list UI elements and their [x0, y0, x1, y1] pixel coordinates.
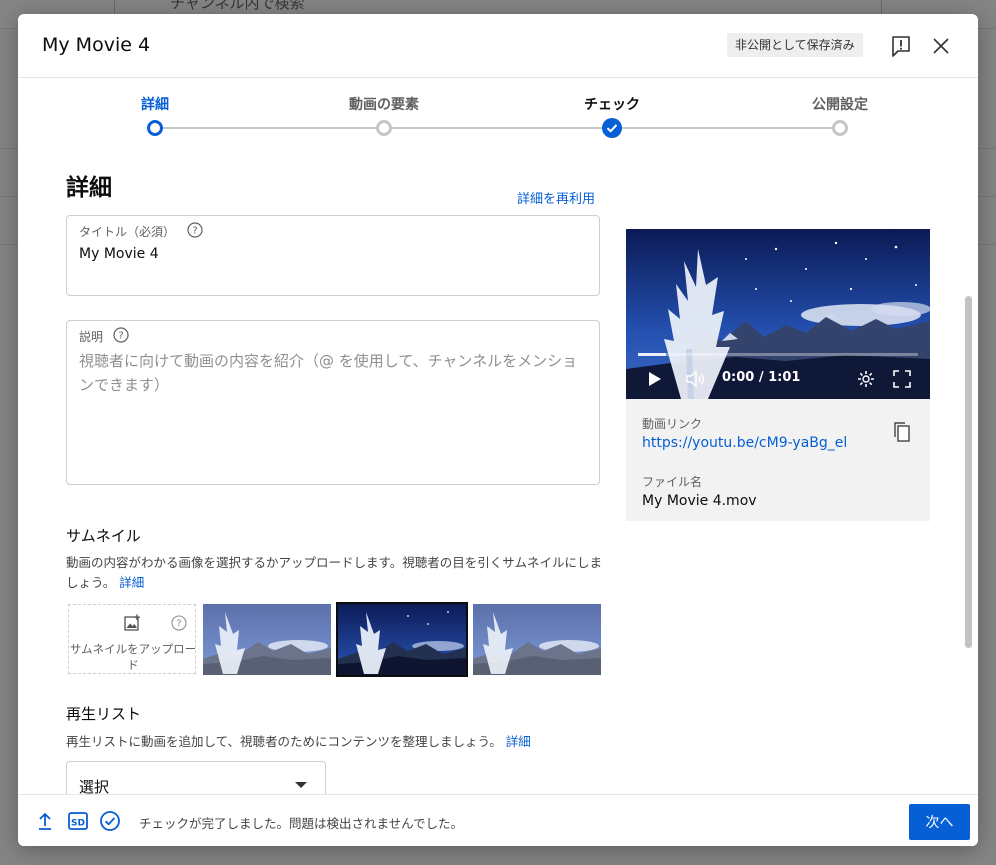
copy-icon[interactable] — [892, 421, 912, 443]
description-field-label: 説明 — [79, 330, 104, 344]
feedback-icon[interactable] — [887, 32, 915, 60]
add-image-icon — [124, 614, 140, 631]
help-icon[interactable]: ? — [113, 327, 129, 343]
checks-complete-icon[interactable] — [99, 810, 121, 832]
play-icon[interactable] — [644, 369, 664, 389]
details-heading: 詳細 — [66, 175, 112, 201]
step-visibility-label[interactable]: 公開設定 — [812, 94, 868, 114]
thumbnail-description-text: 動画の内容がわかる画像を選択するかアップロードします。視聴者の目を引くサムネイル… — [66, 555, 603, 590]
next-button[interactable]: 次へ — [909, 804, 970, 840]
title-input[interactable]: My Movie 4 — [79, 246, 159, 262]
file-name-label: ファイル名 — [642, 475, 703, 489]
dialog-footer: SD チェックが完了しました。問題は検出されませんでした。 次へ — [18, 794, 978, 846]
fullscreen-icon[interactable] — [892, 369, 912, 389]
title-field[interactable]: タイトル（必須） ? My Movie 4 — [66, 215, 600, 296]
saved-status-badge: 非公開として保存済み — [727, 33, 863, 57]
scrollbar[interactable] — [965, 296, 972, 648]
dialog-title: My Movie 4 — [42, 34, 151, 56]
playlist-select[interactable]: 選択 — [66, 761, 326, 794]
thumbnail-option-2-selected[interactable] — [336, 602, 468, 677]
playlist-heading: 再生リスト — [66, 705, 142, 723]
svg-text:?: ? — [176, 619, 181, 630]
step-details-label[interactable]: 詳細 — [141, 94, 169, 114]
reuse-details-link[interactable]: 詳細を再利用 — [517, 188, 595, 207]
step-connector — [155, 127, 384, 129]
video-link[interactable]: https://youtu.be/cM9-yaBg_el — [642, 435, 847, 451]
dropdown-arrow-icon — [295, 782, 307, 788]
step-checks-label[interactable]: チェック — [584, 94, 640, 114]
thumbnail-learn-more-link[interactable]: 詳細 — [119, 575, 144, 590]
checks-status-text: チェックが完了しました。問題は検出されませんでした。 — [139, 816, 464, 831]
step-video-elements-label[interactable]: 動画の要素 — [349, 94, 419, 114]
progress-stepper: 詳細 動画の要素 チェック 公開設定 — [18, 78, 978, 148]
help-icon[interactable]: ? — [187, 222, 203, 238]
thumbnail-description: 動画の内容がわかる画像を選択するかアップロードします。視聴者の目を引くサムネイル… — [66, 553, 606, 593]
file-name: My Movie 4.mov — [642, 493, 757, 509]
upload-dialog: My Movie 4 非公開として保存済み 詳細 動画の要素 チェック 公開設定 — [18, 14, 978, 846]
title-field-label: タイトル（必須） — [79, 225, 176, 239]
details-panel: 詳細 詳細を再利用 タイトル（必須） ? My Movie 4 説明 ? 視聴者… — [18, 148, 978, 794]
playlist-description-text: 再生リストに動画を追加して、視聴者のためにコンテンツを整理しましょう。 — [66, 734, 502, 749]
step-connector — [612, 127, 840, 129]
video-progress-bar[interactable] — [638, 353, 918, 356]
description-input[interactable]: 視聴者に向けて動画の内容を紹介（@ を使用して、チャンネルをメンションできます） — [79, 349, 583, 397]
svg-text:SD: SD — [71, 819, 85, 829]
upload-thumbnail-button[interactable]: ? サムネイルをアップロード — [68, 604, 196, 674]
step-connector — [384, 127, 612, 129]
thumbnail-option-1[interactable] — [203, 604, 331, 675]
video-progress-fill — [638, 353, 666, 356]
svg-text:?: ? — [118, 331, 123, 342]
upload-status-icon[interactable] — [34, 810, 56, 832]
video-player[interactable]: 0:00 / 1:01 — [626, 229, 930, 399]
sd-quality-icon[interactable]: SD — [67, 810, 89, 832]
playlist-select-value: 選択 — [79, 778, 110, 794]
close-icon[interactable] — [927, 32, 955, 60]
playlist-description: 再生リストに動画を追加して、視聴者のためにコンテンツを整理しましょう。 詳細 — [66, 732, 606, 752]
upload-thumbnail-label: サムネイルをアップロード — [69, 642, 197, 672]
gear-icon[interactable] — [856, 369, 876, 389]
thumbnail-heading: サムネイル — [66, 527, 141, 545]
thumbnail-option-3[interactable] — [473, 604, 601, 675]
step-details-dot[interactable] — [147, 120, 163, 136]
video-time: 0:00 / 1:01 — [722, 370, 801, 385]
dialog-header: My Movie 4 非公開として保存済み — [18, 14, 978, 78]
description-field[interactable]: 説明 ? 視聴者に向けて動画の内容を紹介（@ を使用して、チャンネルをメンション… — [66, 320, 600, 485]
step-visibility-dot[interactable] — [832, 120, 848, 136]
step-checks-check-icon[interactable] — [602, 118, 622, 138]
volume-icon[interactable] — [684, 369, 706, 389]
video-link-label: 動画リンク — [642, 417, 703, 431]
help-icon[interactable]: ? — [171, 615, 187, 631]
svg-text:?: ? — [192, 226, 197, 237]
video-preview-card: 0:00 / 1:01 動画リンク https://youtu.be/cM9-y… — [626, 229, 930, 521]
step-video-elements-dot[interactable] — [376, 120, 392, 136]
playlist-learn-more-link[interactable]: 詳細 — [506, 734, 531, 749]
